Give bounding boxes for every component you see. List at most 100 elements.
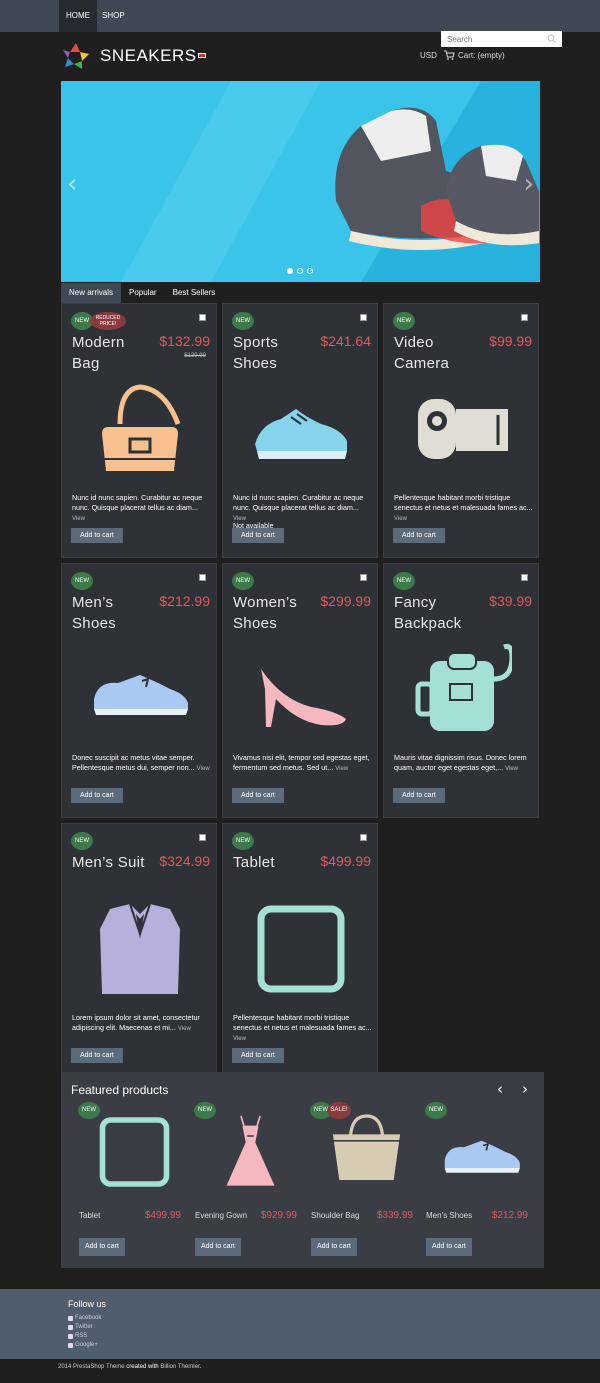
social-facebook[interactable]: Facebook bbox=[68, 1315, 101, 1321]
product-card[interactable]: NEW Men’s Suit $324.99 Lorem ipsum dolor… bbox=[61, 823, 217, 1078]
featured-item[interactable]: NEW Tablet $499.99 Add to cart bbox=[75, 1098, 187, 1268]
suit-icon[interactable] bbox=[90, 899, 190, 999]
add-to-cart-button[interactable]: Add to cart bbox=[393, 528, 445, 543]
featured-next-arrow[interactable]: › bbox=[522, 1080, 528, 1098]
product-card[interactable]: NEW Women’s Shoes $299.99 Vivamus nisi e… bbox=[222, 563, 378, 818]
social-rss[interactable]: RSS bbox=[68, 1333, 87, 1339]
view-link[interactable]: View bbox=[394, 516, 407, 522]
compare-checkbox[interactable] bbox=[521, 574, 528, 581]
add-to-cart-button[interactable]: Add to cart bbox=[71, 528, 123, 543]
product-card[interactable]: NEW REDUCED PRICE! Modern Bag $132.99 $1… bbox=[61, 303, 217, 558]
tab-best-sellers[interactable]: Best Sellers bbox=[165, 283, 224, 303]
add-to-cart-button[interactable]: Add to cart bbox=[232, 788, 284, 803]
product-description: Nunc id nunc sapien. Curabitur ac neque … bbox=[233, 493, 373, 524]
product-name[interactable]: Tablet bbox=[233, 852, 315, 873]
camera-icon[interactable] bbox=[412, 379, 512, 479]
search-icon[interactable] bbox=[547, 34, 557, 44]
slider-dot-1[interactable] bbox=[287, 268, 293, 274]
compare-checkbox[interactable] bbox=[360, 314, 367, 321]
product-card[interactable]: NEW Video Camera $99.99 Pellentesque hab… bbox=[383, 303, 539, 558]
nav-shop[interactable]: SHOP bbox=[95, 0, 132, 32]
product-card[interactable]: NEW Men’s Shoes $212.99 Donec suscipit a… bbox=[61, 563, 217, 818]
tab-popular[interactable]: Popular bbox=[121, 283, 165, 303]
product-card[interactable]: NEW Fancy Backpack $39.99 Mauris vitae d… bbox=[383, 563, 539, 818]
product-name[interactable]: Women’s Shoes bbox=[233, 592, 315, 634]
product-name[interactable]: Modern Bag bbox=[72, 332, 154, 374]
add-to-cart-button[interactable]: Add to cart bbox=[195, 1238, 241, 1256]
shoe-icon[interactable] bbox=[90, 639, 190, 739]
compare-checkbox[interactable] bbox=[199, 834, 206, 841]
cart-link[interactable]: Cart: (empty) bbox=[458, 51, 505, 60]
new-badge: NEW bbox=[425, 1102, 447, 1119]
featured-item-name[interactable]: Evening Gown bbox=[195, 1210, 251, 1222]
compare-checkbox[interactable] bbox=[360, 574, 367, 581]
handbag-icon[interactable] bbox=[319, 1112, 414, 1192]
add-to-cart-button[interactable]: Add to cart bbox=[426, 1238, 472, 1256]
dress-icon[interactable] bbox=[203, 1112, 298, 1192]
featured-item-name[interactable]: Shoulder Bag bbox=[311, 1210, 367, 1222]
featured-item[interactable]: NEW Men’s Shoes $212.99 Add to cart bbox=[422, 1098, 534, 1268]
tablet-icon[interactable] bbox=[87, 1112, 182, 1192]
featured-item-price: $339.99 bbox=[376, 1210, 413, 1221]
slider-dots bbox=[287, 268, 313, 274]
add-to-cart-button[interactable]: Add to cart bbox=[71, 788, 123, 803]
slider-next-arrow[interactable]: › bbox=[524, 169, 534, 199]
add-to-cart-button[interactable]: Add to cart bbox=[79, 1238, 125, 1256]
google-plus-icon bbox=[68, 1342, 73, 1348]
compare-checkbox[interactable] bbox=[199, 314, 206, 321]
product-name[interactable]: Men’s Shoes bbox=[72, 592, 154, 634]
product-description-text: Donec suscipit ac metus vitae semper. Pe… bbox=[72, 753, 195, 772]
currency-selector[interactable]: USD bbox=[420, 51, 437, 60]
slider-prev-arrow[interactable]: ‹ bbox=[67, 169, 77, 199]
search-input[interactable] bbox=[441, 31, 562, 47]
cart-icon[interactable] bbox=[444, 50, 455, 60]
backpack-icon[interactable] bbox=[412, 639, 512, 739]
add-to-cart-button[interactable]: Add to cart bbox=[232, 528, 284, 543]
view-link[interactable]: View bbox=[505, 766, 518, 772]
compare-checkbox[interactable] bbox=[360, 834, 367, 841]
view-link[interactable]: View bbox=[233, 1036, 246, 1042]
featured-prev-arrow[interactable]: ‹ bbox=[497, 1080, 503, 1098]
flag-icon[interactable] bbox=[198, 53, 206, 58]
shoe-icon[interactable] bbox=[434, 1112, 529, 1192]
social-twitter[interactable]: Twitter bbox=[68, 1324, 93, 1330]
product-name[interactable]: Men’s Suit bbox=[72, 852, 154, 873]
logo-icon[interactable] bbox=[62, 42, 90, 70]
featured-item[interactable]: NEW SALE! Shoulder Bag $339.99 Add to ca… bbox=[307, 1098, 419, 1268]
nav-home[interactable]: HOME bbox=[59, 0, 97, 32]
brand-name[interactable]: SNEAKERS bbox=[100, 46, 197, 66]
product-name[interactable]: Fancy Backpack bbox=[394, 592, 476, 634]
product-name[interactable]: Sports Shoes bbox=[233, 332, 315, 374]
view-link[interactable]: View bbox=[197, 766, 210, 772]
product-price: $324.99 bbox=[159, 853, 210, 869]
product-description: Lorem ipsum dolor sit amet, consectetur … bbox=[72, 1013, 212, 1034]
product-card[interactable]: NEW Tablet $499.99 Pellentesque habitant… bbox=[222, 823, 378, 1078]
social-facebook-label: Facebook bbox=[75, 1315, 102, 1321]
add-to-cart-button[interactable]: Add to cart bbox=[232, 1048, 284, 1063]
featured-item-name[interactable]: Men’s Shoes bbox=[426, 1210, 482, 1222]
product-card[interactable]: NEW Sports Shoes $241.64 Nunc id nunc sa… bbox=[222, 303, 378, 558]
slider-dot-3[interactable] bbox=[307, 268, 313, 274]
copyright-author[interactable]: Billion Themler bbox=[160, 1364, 199, 1370]
add-to-cart-button[interactable]: Add to cart bbox=[311, 1238, 357, 1256]
copyright-theme[interactable]: PrestaShop Theme bbox=[73, 1364, 125, 1370]
view-link[interactable]: View bbox=[178, 1026, 191, 1032]
featured-item[interactable]: NEW Evening Gown $929.99 Add to cart bbox=[191, 1098, 303, 1268]
slider-dot-2[interactable] bbox=[297, 268, 303, 274]
sneaker-icon[interactable] bbox=[251, 379, 351, 479]
add-to-cart-button[interactable]: Add to cart bbox=[393, 788, 445, 803]
compare-checkbox[interactable] bbox=[199, 574, 206, 581]
heel-icon[interactable] bbox=[251, 639, 351, 739]
tablet-icon[interactable] bbox=[251, 899, 351, 999]
view-link[interactable]: View bbox=[72, 516, 85, 522]
tab-new-arrivals[interactable]: New arrivals bbox=[61, 283, 122, 303]
bag-icon[interactable] bbox=[90, 379, 190, 479]
view-link[interactable]: View bbox=[335, 766, 348, 772]
social-google[interactable]: Google+ bbox=[68, 1342, 98, 1348]
copyright-mid: created with bbox=[126, 1364, 159, 1370]
add-to-cart-button[interactable]: Add to cart bbox=[71, 1048, 123, 1063]
view-link[interactable]: View bbox=[233, 516, 246, 522]
featured-item-name[interactable]: Tablet bbox=[79, 1210, 135, 1222]
product-name[interactable]: Video Camera bbox=[394, 332, 476, 374]
compare-checkbox[interactable] bbox=[521, 314, 528, 321]
